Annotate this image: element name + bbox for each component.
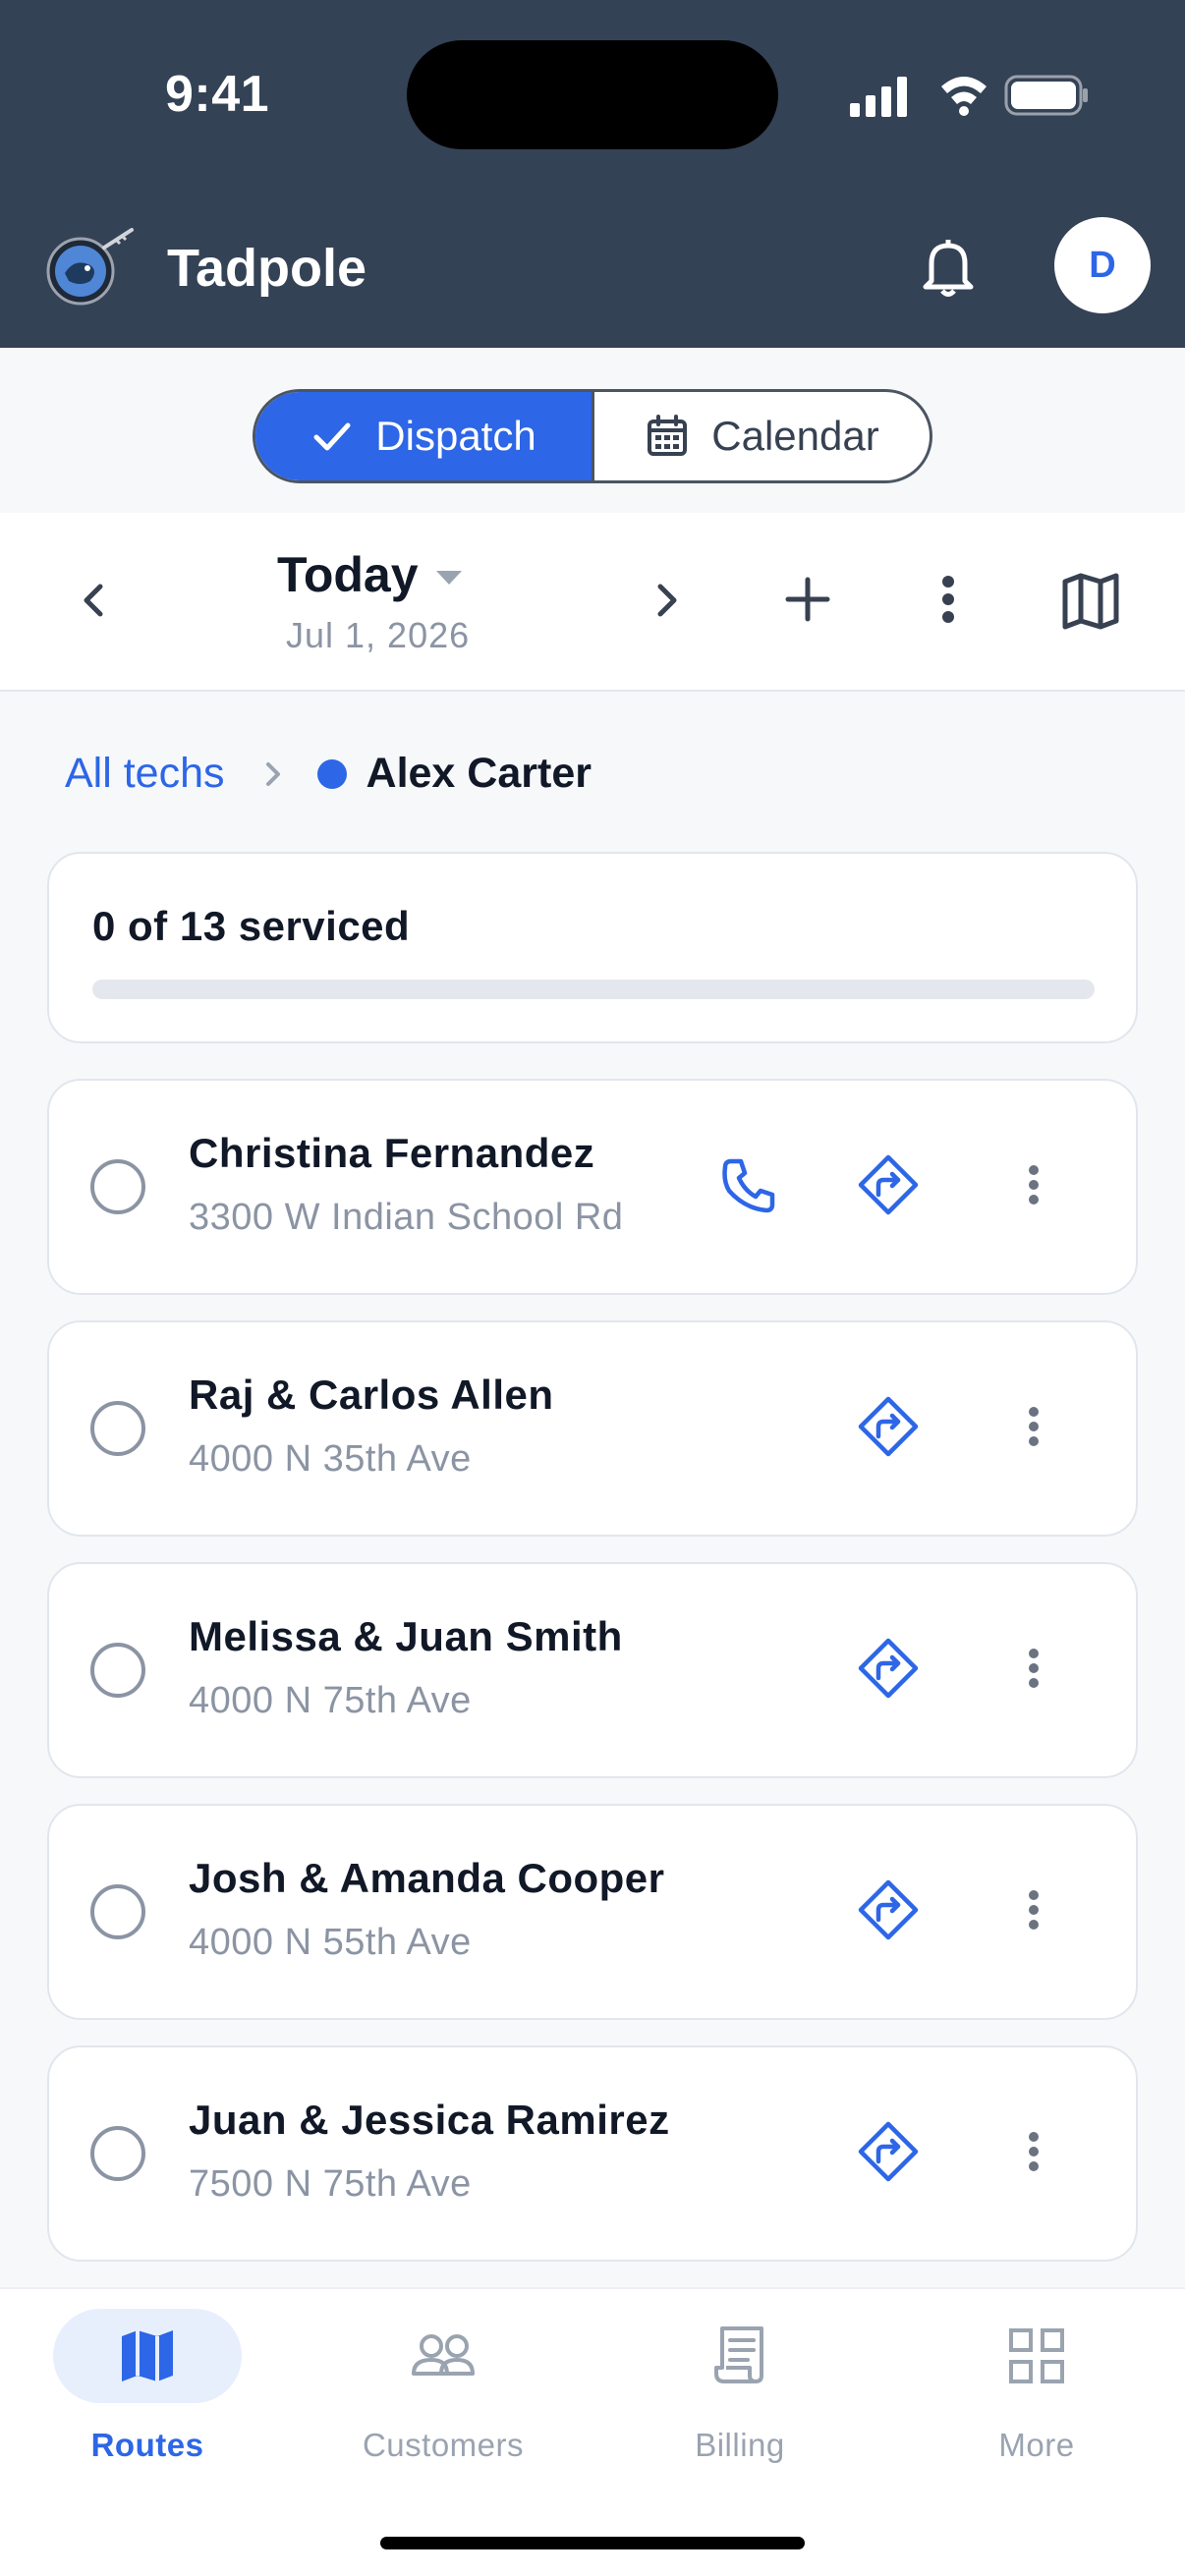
users-icon [349, 2309, 537, 2403]
dynamic-island [407, 40, 778, 149]
customer-address: 4000 N 55th Ave [189, 1922, 472, 1963]
tab-label: Routes [90, 2427, 204, 2463]
status-time: 9:41 [165, 66, 270, 123]
date-title: Today [277, 547, 419, 602]
tech-color-dot [316, 758, 347, 789]
stop-card[interactable]: Raj & Carlos Allen 4000 N 35th Ave [47, 1320, 1138, 1537]
add-plus-icon[interactable] [778, 570, 837, 629]
battery-icon [1004, 75, 1088, 116]
directions-icon[interactable] [857, 1153, 920, 1216]
directions-icon[interactable] [857, 1637, 920, 1700]
tab-routes[interactable]: Routes [29, 2309, 265, 2495]
tab-label: More [998, 2427, 1075, 2463]
calendar-tab[interactable]: Calendar [594, 392, 930, 480]
date-picker-dropdown[interactable]: Today [277, 546, 462, 603]
map-view-icon[interactable] [1059, 570, 1122, 633]
complete-stop-checkbox[interactable] [90, 2126, 145, 2181]
user-avatar[interactable]: D [1054, 217, 1151, 313]
serviced-count: 0 of 13 serviced [92, 903, 411, 949]
wifi-icon [941, 77, 987, 116]
cellular-signal-icon [850, 77, 907, 117]
current-tech-name: Alex Carter [366, 750, 592, 797]
customer-name: Raj & Carlos Allen [189, 1372, 554, 1418]
date-subtitle: Jul 1, 2026 [286, 615, 471, 655]
status-icons [845, 69, 1091, 124]
map-icon [53, 2309, 242, 2403]
customer-address: 4000 N 35th Ave [189, 1438, 472, 1480]
complete-stop-checkbox[interactable] [90, 1884, 145, 1939]
complete-stop-checkbox[interactable] [90, 1159, 145, 1214]
tab-customers[interactable]: Customers [325, 2309, 561, 2495]
more-vertical-icon[interactable] [1002, 1153, 1065, 1216]
more-vertical-icon[interactable] [1002, 1637, 1065, 1700]
tadpole-logo [45, 222, 136, 312]
directions-icon[interactable] [857, 1878, 920, 1941]
more-vertical-icon[interactable] [1002, 2120, 1065, 2183]
stop-card[interactable]: Christina Fernandez 3300 W Indian School… [47, 1079, 1138, 1295]
calendar-label: Calendar [711, 413, 879, 459]
app-header: 9:41 Tadpole D [0, 0, 1185, 348]
next-day-chevron-right-icon[interactable] [639, 574, 692, 627]
all-techs-link[interactable]: All techs [65, 750, 225, 798]
dispatch-label: Dispatch [375, 413, 536, 459]
customer-address: 4000 N 75th Ave [189, 1680, 472, 1721]
customer-name: Juan & Jessica Ramirez [189, 2097, 670, 2143]
stop-list: Christina Fernandez 3300 W Indian School… [47, 1079, 1138, 2287]
customer-name: Melissa & Juan Smith [189, 1613, 623, 1659]
phone-icon[interactable] [717, 1153, 780, 1216]
tab-label: Customers [362, 2427, 525, 2463]
progress-bar [92, 980, 1095, 999]
dispatch-tab[interactable]: Dispatch [255, 392, 594, 480]
date-navigation-bar: Today Jul 1, 2026 [0, 513, 1185, 692]
more-vertical-icon[interactable] [1002, 1878, 1065, 1941]
checkmark-icon [310, 415, 354, 458]
customer-name: Josh & Amanda Cooper [189, 1855, 665, 1901]
home-indicator [380, 2537, 805, 2549]
breadcrumb: All techs Alex Carter [65, 750, 592, 798]
grid-icon [942, 2309, 1131, 2403]
directions-icon[interactable] [857, 1395, 920, 1458]
bottom-tab-bar: Routes Customers Billing More [0, 2287, 1185, 2576]
tab-billing[interactable]: Billing [622, 2309, 858, 2495]
more-vertical-icon[interactable] [919, 570, 978, 629]
chevron-right-icon [253, 755, 292, 794]
tab-more[interactable]: More [919, 2309, 1155, 2495]
customer-address: 7500 N 75th Ave [189, 2163, 472, 2205]
stop-card[interactable]: Josh & Amanda Cooper 4000 N 55th Ave [47, 1804, 1138, 2020]
previous-day-chevron-left-icon[interactable] [69, 574, 122, 627]
stop-card[interactable]: Melissa & Juan Smith 4000 N 75th Ave [47, 1562, 1138, 1778]
tab-label: Billing [695, 2427, 785, 2463]
calendar-icon [645, 414, 690, 459]
customer-address: 3300 W Indian School Rd [189, 1197, 624, 1238]
notifications-bell-icon[interactable] [914, 232, 983, 301]
receipt-icon [646, 2309, 834, 2403]
caret-down-icon [435, 571, 462, 585]
directions-icon[interactable] [857, 2120, 920, 2183]
serviced-progress-card: 0 of 13 serviced [47, 852, 1138, 1043]
complete-stop-checkbox[interactable] [90, 1401, 145, 1456]
app-title: Tadpole [167, 239, 367, 298]
view-toggle-bar: Dispatch Calendar [0, 348, 1185, 513]
stop-card[interactable]: Juan & Jessica Ramirez 7500 N 75th Ave [47, 2045, 1138, 2262]
customer-name: Christina Fernandez [189, 1130, 595, 1176]
more-vertical-icon[interactable] [1002, 1395, 1065, 1458]
complete-stop-checkbox[interactable] [90, 1643, 145, 1698]
view-toggle: Dispatch Calendar [253, 389, 932, 483]
